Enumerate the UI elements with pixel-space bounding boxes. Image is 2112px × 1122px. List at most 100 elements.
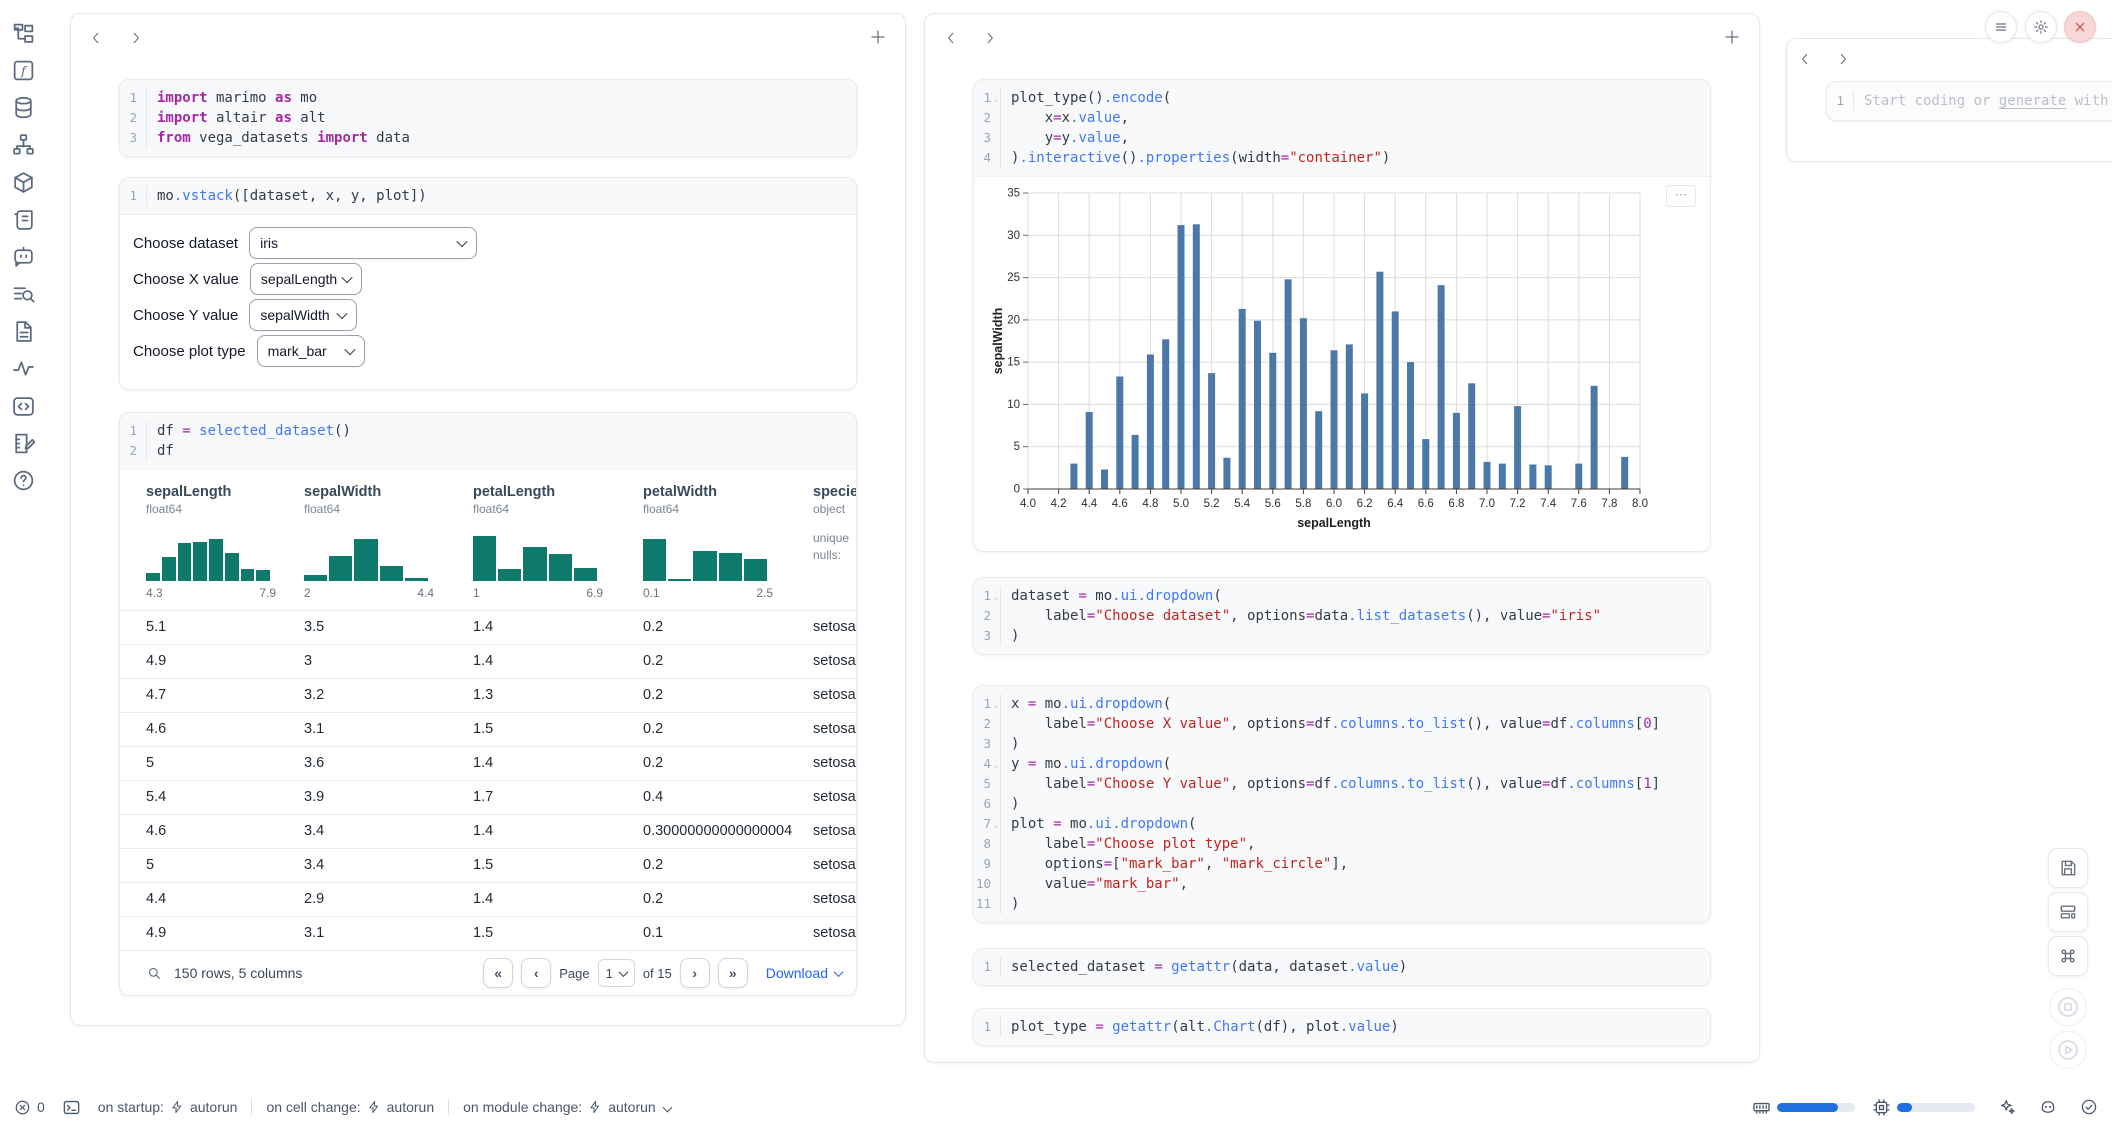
svg-text:6.0: 6.0 — [1326, 498, 1342, 510]
fold-marker-icon — [991, 834, 1000, 854]
circle-x-icon — [14, 1099, 31, 1116]
table-search-button[interactable] — [146, 965, 162, 981]
choose-dataset-select[interactable]: iris — [249, 227, 477, 259]
table-row[interactable]: 4.931.40.2setosa — [120, 644, 856, 678]
fold-marker-icon[interactable]: ⌄ — [991, 88, 1000, 108]
code-line: df — [146, 441, 174, 461]
notebook-menu-button[interactable] — [1985, 11, 2017, 43]
column-header-sepalWidth[interactable]: sepalWidthfloat6424.4 — [304, 484, 473, 600]
table-row[interactable]: 53.61.40.2setosa — [120, 746, 856, 780]
page-select[interactable]: 1 — [598, 959, 635, 987]
sidebar-notebook-edit-button[interactable] — [11, 431, 36, 456]
memory-usage[interactable] — [1752, 1098, 1855, 1117]
column-header-sepalLength[interactable]: sepalLengthfloat644.37.9 — [146, 484, 304, 600]
line-number: 4 — [974, 148, 991, 168]
fold-marker-icon[interactable]: ⌄ — [991, 694, 1000, 714]
code-editor[interactable]: 1plot_type = getattr(alt.Chart(df), plot… — [974, 1009, 1710, 1045]
column-1-add-cell-button[interactable] — [869, 28, 887, 46]
sidebar-bot-button[interactable] — [11, 244, 36, 269]
first-page-button[interactable]: « — [483, 958, 513, 988]
fold-marker-icon[interactable]: ⌄ — [991, 814, 1000, 834]
fold-marker-icon — [991, 734, 1000, 754]
code-editor[interactable]: 1⌄x = mo.ui.dropdown(2 label="Choose X v… — [974, 686, 1710, 922]
sidebar-sitemap-button[interactable] — [11, 132, 36, 157]
run-button[interactable] — [2049, 1031, 2087, 1069]
terminal-button[interactable] — [62, 1098, 81, 1117]
table-row[interactable]: 5.13.51.40.2setosa — [120, 610, 856, 644]
code-editor[interactable]: 1⌄plot_type().encode(2 x=x.value,3 y=y.v… — [974, 80, 1710, 177]
run-config-2[interactable]: on cell change:autorun — [266, 1099, 434, 1115]
code-line: selected_dataset = getattr(data, dataset… — [1000, 957, 1407, 977]
code-editor[interactable]: 1⌄dataset = mo.ui.dropdown(2 label="Choo… — [974, 578, 1710, 654]
stop-button[interactable] — [2049, 988, 2087, 1026]
fold-marker-icon[interactable]: ⌄ — [991, 586, 1000, 606]
chart-options-button[interactable]: ⋯ — [1666, 185, 1696, 207]
table-row[interactable]: 4.42.91.40.2setosa — [120, 882, 856, 916]
sidebar-search-list-button[interactable] — [11, 282, 36, 307]
line-number: 1 — [1827, 91, 1844, 111]
code-editor[interactable]: 1selected_dataset = getattr(data, datase… — [974, 949, 1710, 985]
download-button[interactable]: Download — [766, 965, 842, 981]
column-header-petalWidth[interactable]: petalWidthfloat640.12.5 — [643, 484, 813, 600]
command-palette-button[interactable] — [2048, 936, 2088, 976]
table-row[interactable]: 4.63.11.50.2setosa — [120, 712, 856, 746]
check-circle-button[interactable] — [2080, 1098, 2098, 1116]
sidebar-activity-button[interactable] — [11, 356, 36, 381]
column-3-prev-button[interactable] — [1797, 51, 1813, 67]
cpu-usage[interactable] — [1872, 1098, 1975, 1117]
column-2-next-button[interactable] — [982, 30, 998, 46]
layout-button[interactable] — [2048, 892, 2088, 932]
settings-button[interactable] — [2025, 11, 2057, 43]
column-1-next-button[interactable] — [128, 30, 144, 46]
fold-marker-icon[interactable]: ⌄ — [991, 754, 1000, 774]
svg-text:4.0: 4.0 — [1020, 498, 1036, 510]
code-editor[interactable]: 1mo.vstack([dataset, x, y, plot]) — [120, 178, 856, 215]
choose-y-value-select[interactable]: sepalWidth — [249, 299, 357, 331]
table-row[interactable]: 4.63.41.40.30000000000000004setosa — [120, 814, 856, 848]
sidebar-function-square-button[interactable]: f — [11, 58, 36, 83]
sidebar-help-button[interactable] — [11, 468, 36, 493]
code-editor[interactable]: 1df = selected_dataset()2df — [120, 413, 856, 470]
search-icon — [146, 965, 162, 981]
sidebar-code-box-button[interactable] — [11, 394, 36, 419]
column-3-next-button[interactable] — [1835, 51, 1851, 67]
notebook-column-2: 1⌄plot_type().encode(2 x=x.value,3 y=y.v… — [924, 13, 1760, 1063]
column-2-prev-button[interactable] — [943, 30, 959, 46]
column-header-species[interactable]: speciesobjectuniquenulls: — [813, 484, 857, 600]
svg-text:4.8: 4.8 — [1142, 498, 1158, 510]
sidebar-scroll-button[interactable] — [11, 207, 36, 232]
last-page-button[interactable]: » — [718, 958, 748, 988]
search-list-icon — [11, 282, 36, 307]
plus-icon — [869, 28, 887, 46]
bar-chart[interactable]: 051015202530354.04.24.44.64.85.05.25.45.… — [990, 185, 1666, 537]
copilot-button[interactable] — [2039, 1098, 2057, 1116]
column-1-prev-button[interactable] — [88, 30, 104, 46]
choose-x-value-select[interactable]: sepalLength — [250, 263, 362, 295]
sidebar-file-tree-button[interactable] — [11, 21, 36, 46]
prev-page-button[interactable]: ‹ — [521, 958, 551, 988]
save-button[interactable] — [2048, 848, 2088, 888]
sparkles-button[interactable] — [1998, 1098, 2016, 1116]
shutdown-button[interactable] — [2064, 11, 2096, 43]
error-count-button[interactable]: 0 — [14, 1099, 45, 1116]
table-row[interactable]: 4.73.21.30.2setosa — [120, 678, 856, 712]
code-line: label="Choose plot type", — [1000, 834, 1255, 854]
sitemap-icon — [11, 132, 36, 157]
run-config-1[interactable]: on startup:autorun — [98, 1099, 238, 1115]
empty-code-cell[interactable]: 1 Start coding or generate with — [1826, 81, 2112, 121]
table-row[interactable]: 5.43.91.70.4setosa — [120, 780, 856, 814]
run-config-3[interactable]: on module change:autorun — [463, 1099, 671, 1115]
sidebar-database-button[interactable] — [11, 95, 36, 120]
sidebar-package-button[interactable] — [11, 170, 36, 195]
code-editor[interactable]: 1import marimo as mo2import altair as al… — [120, 80, 856, 156]
table-row[interactable]: 53.41.50.2setosa — [120, 848, 856, 882]
column-header-petalLength[interactable]: petalLengthfloat6416.9 — [473, 484, 643, 600]
table-row[interactable]: 4.93.11.50.1setosa — [120, 916, 856, 950]
column-2-add-cell-button[interactable] — [1723, 28, 1741, 46]
next-page-button[interactable]: › — [680, 958, 710, 988]
generate-link[interactable]: generate — [1999, 93, 2066, 109]
sidebar-document-button[interactable] — [11, 319, 36, 344]
svg-text:4.4: 4.4 — [1081, 498, 1098, 510]
choose-plot-type-select[interactable]: mark_bar — [257, 335, 365, 367]
column-stats: uniquenulls: — [813, 530, 857, 564]
